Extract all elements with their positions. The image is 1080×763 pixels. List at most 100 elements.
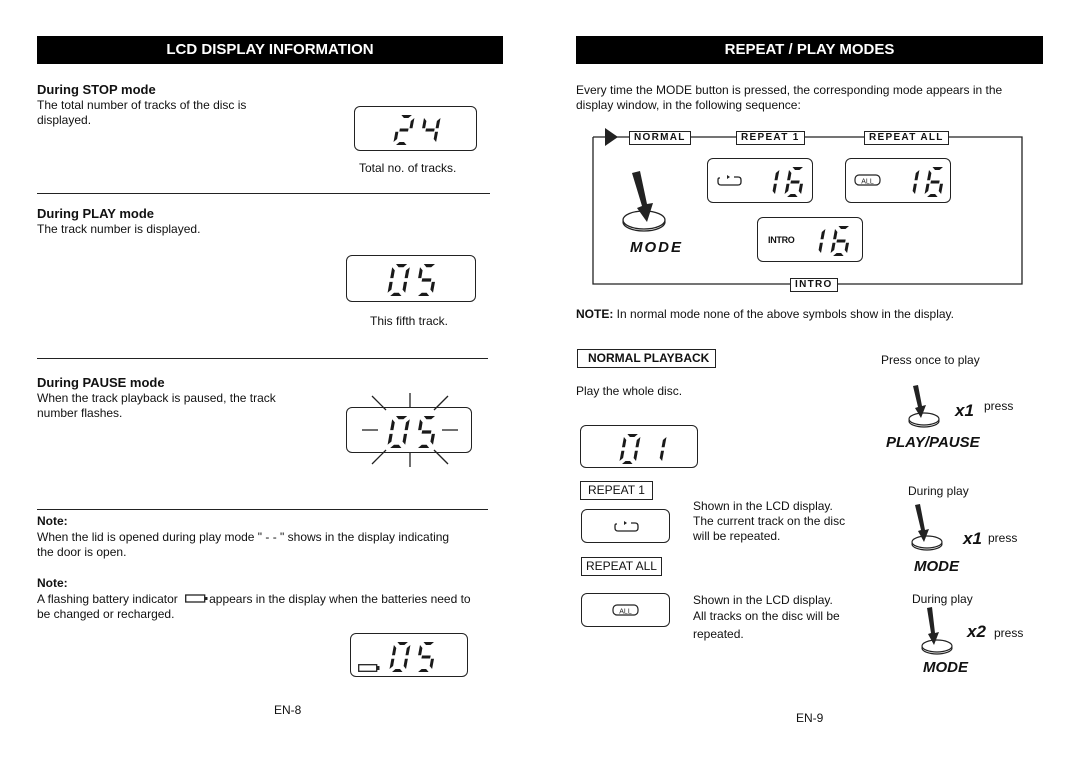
intro-lcd-tag: INTRO — [768, 235, 795, 245]
lcd-segment-d — [390, 292, 402, 296]
lcd-segment-g — [930, 180, 940, 184]
repeat-one-icon — [614, 521, 639, 532]
note2-text-line1: A flashing battery indicator appears in … — [37, 592, 471, 607]
lcd-segment-a — [397, 642, 408, 645]
repeat1-press-word: press — [988, 531, 1018, 545]
section-divider — [37, 358, 488, 359]
battery-icon — [185, 594, 208, 603]
lcd-segment-c — [844, 242, 849, 253]
lcd-segment-b — [404, 267, 410, 279]
play-mode-heading: During PLAY mode — [37, 206, 155, 221]
lcd-segment-a — [792, 167, 803, 170]
flashing-indicator-icon — [362, 393, 458, 467]
repeat1-mode-label: MODE — [914, 558, 959, 575]
battery-icon — [358, 664, 380, 672]
sequence-label-repeat1: REPEAT 1 — [736, 131, 805, 145]
normal-playback-label: NORMAL PLAYBACK — [577, 349, 717, 368]
normal-playback-lcd — [580, 425, 698, 468]
lcd-segment-f — [622, 437, 627, 448]
lcd-segment-e — [387, 281, 393, 293]
lcd-segment-f — [390, 267, 395, 279]
note2-text-line2: be changed or recharged. — [37, 607, 175, 621]
play-pause-button-label: PLAY/PAUSE — [886, 434, 980, 451]
section-divider — [37, 509, 488, 510]
repeat-play-modes-banner: REPEAT / PLAY MODES — [576, 36, 1043, 64]
normal-mode-note-text: In normal mode none of the above symbols… — [613, 307, 954, 321]
lcd-segment-e — [393, 131, 399, 142]
repeat-one-icon — [717, 175, 742, 186]
modes-intro-line2: display window, in the following sequenc… — [576, 98, 801, 112]
modes-intro-line1: Every time the MODE button is pressed, t… — [576, 83, 1003, 97]
lcd-segment-f — [392, 645, 397, 656]
lcd-segment-c — [402, 281, 408, 293]
note2-text-after: appears in the display when the batterie… — [209, 592, 471, 606]
lcd-segment-g — [421, 278, 432, 282]
repeat1-lcd — [581, 509, 670, 543]
repeat1-description-line3: will be repeated. — [693, 529, 781, 543]
repeatall-description: Shown in the LCD display. All tracks on … — [693, 592, 840, 642]
repeatall-sequence-digits — [912, 167, 943, 197]
note2-text-before: A flashing battery indicator — [37, 592, 178, 606]
normal-playback-text: Play the whole disc. — [576, 384, 683, 398]
pause-mode-text-line1: When the track playback is paused, the t… — [37, 391, 276, 405]
lcd-segment-a — [396, 264, 408, 268]
repeatall-press-word: press — [994, 626, 1024, 640]
modes-intro-text: Every time the MODE button is pressed, t… — [576, 83, 1002, 113]
lcd-display-information-banner: LCD DISPLAY INFORMATION — [37, 36, 503, 64]
lcd-segment-a — [627, 434, 638, 437]
lcd-segment-g — [790, 180, 800, 184]
lcd-segment-c — [659, 450, 664, 461]
lcd-segment-c — [938, 183, 943, 194]
lcd-segment-b — [409, 118, 415, 129]
stop-lcd-display — [354, 106, 477, 151]
repeat-all-icon: ALL — [612, 604, 639, 616]
play-pause-button-press-icon — [908, 385, 940, 428]
lcd-segment-g — [425, 128, 435, 132]
repeatall-description-line2: All tracks on the disc will be — [693, 609, 840, 623]
lcd-segment-d — [787, 194, 798, 197]
mode-button-press-icon — [911, 504, 943, 551]
page-number-left: EN-8 — [274, 703, 302, 717]
stop-lcd-caption: Total no. of tracks. — [359, 161, 457, 175]
pause-mode-text: When the track playback is paused, the t… — [37, 391, 276, 421]
repeat1-sequence-digits — [772, 167, 803, 197]
repeat1-label: REPEAT 1 — [580, 481, 653, 500]
lcd-segment-e — [924, 183, 930, 194]
sequence-label-normal: NORMAL — [629, 131, 691, 145]
lcd-segment-c — [430, 281, 435, 293]
play-pause-press-count: x1 — [955, 401, 974, 420]
intro-sequence-lcd: INTRO — [757, 217, 863, 262]
note1-text-line1: When the lid is opened during play mode … — [37, 530, 450, 544]
intro-sequence-digits — [818, 226, 849, 256]
svg-text:ALL: ALL — [619, 609, 632, 616]
stop-mode-text: The total number of tracks of the disc i… — [37, 98, 246, 128]
lcd-segment-g — [421, 655, 431, 659]
lcd-segment-b — [914, 170, 920, 181]
note1-text: When the lid is opened during play mode … — [37, 530, 449, 560]
lcd-segment-c — [429, 658, 434, 669]
lcd-segment-f — [833, 229, 838, 240]
repeatall-description-line3: repeated. — [693, 627, 744, 641]
battery-lcd-digits — [389, 642, 434, 672]
repeatall-label: REPEAT ALL — [581, 557, 662, 576]
lcd-segment-f — [422, 118, 427, 129]
play-lcd-digits — [387, 264, 435, 296]
stop-lcd-digits — [393, 115, 441, 145]
note1-label: Note: — [37, 514, 68, 528]
repeatall-press-count: x2 — [967, 622, 986, 641]
note2-text: A flashing battery indicator appears in … — [37, 592, 471, 622]
stop-mode-text-line1: The total number of tracks of the disc i… — [37, 98, 247, 112]
lcd-segment-b — [635, 437, 641, 448]
repeatall-sequence-lcd: ALL — [845, 158, 951, 203]
lcd-segment-b — [774, 170, 780, 181]
repeatall-mode-label: MODE — [923, 659, 968, 676]
note2-label: Note: — [37, 576, 68, 590]
lcd-segment-b — [435, 118, 441, 129]
lcd-segment-d — [418, 669, 429, 672]
repeat-all-icon: ALL — [854, 174, 881, 186]
lcd-segment-a — [423, 264, 435, 268]
mode-button-press-icon — [921, 607, 953, 655]
lcd-segment-c — [403, 658, 408, 669]
normal-mode-note: NOTE: In normal mode none of the above s… — [576, 307, 954, 322]
lcd-segment-e — [619, 450, 625, 461]
